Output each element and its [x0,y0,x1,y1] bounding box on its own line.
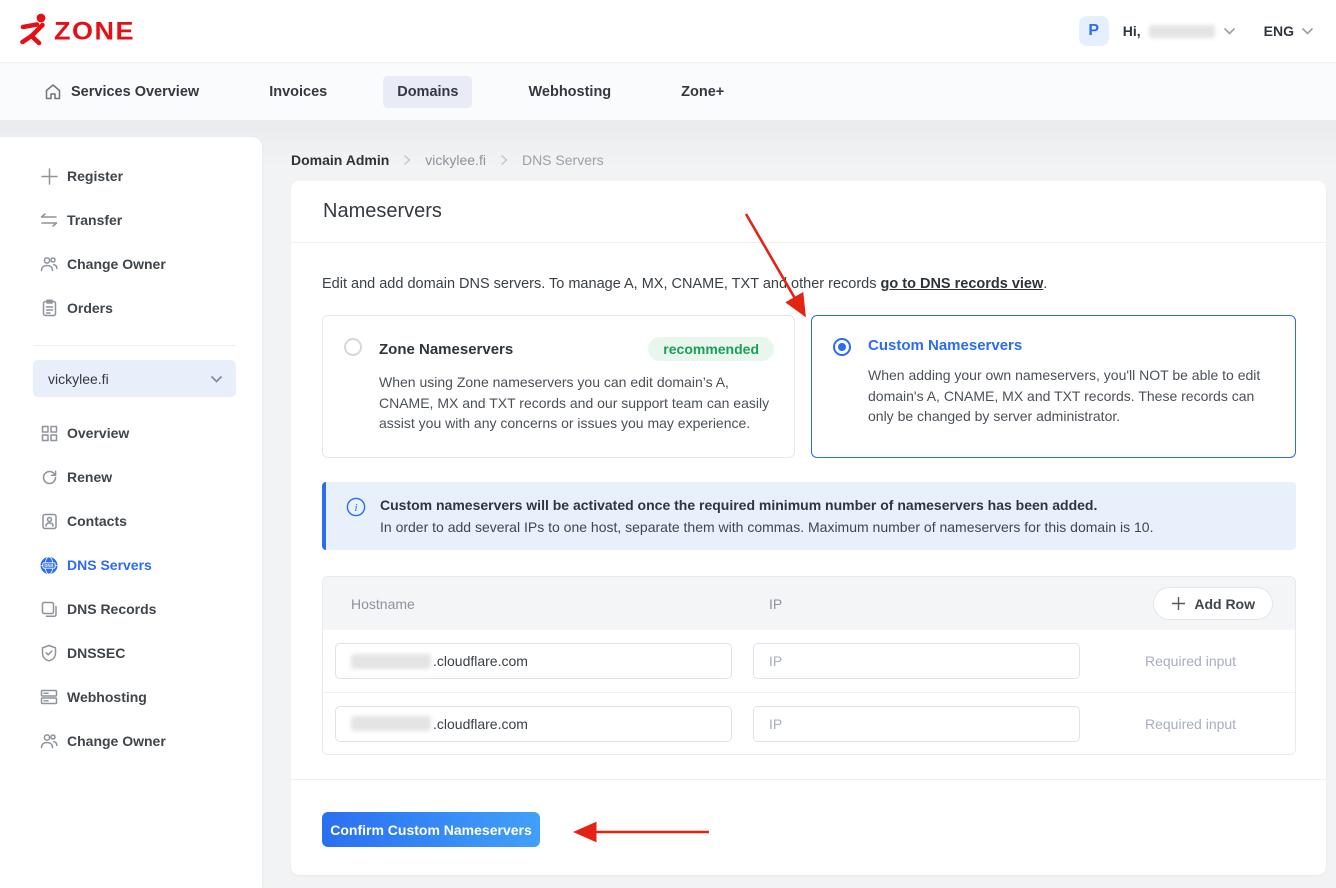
sidebar-item-register[interactable]: Register [0,154,262,198]
svg-text:i: i [354,502,357,514]
home-icon [44,83,62,101]
required-input-label: Required input [1145,716,1236,732]
language-label: ENG [1264,23,1294,39]
dns-globe-icon: DNS [40,556,58,574]
user-name-redacted [1149,25,1215,38]
language-selector[interactable]: ENG [1264,23,1314,39]
required-input-label: Required input [1145,653,1236,669]
main-content: Domain Admin vickylee.fi DNS Servers Nam… [291,120,1326,875]
svg-text:DNS: DNS [44,563,53,568]
hostname-prefix-redacted [351,716,431,731]
banner-line2: In order to add several IPs to one host,… [380,516,1153,538]
sidebar-item-renew[interactable]: Renew [0,455,262,499]
hostname-prefix-redacted [351,654,431,669]
chevron-right-icon [500,154,508,166]
plus-icon [1171,596,1186,611]
page-body: Register Transfer Change Owner Orders vi… [0,120,1336,888]
dns-records-link[interactable]: go to DNS records view [881,276,1044,292]
running-man-icon [18,11,48,52]
logo-wordmark: zone [54,19,135,44]
shield-check-icon [40,644,58,662]
plus-icon [40,167,58,185]
option-title: Custom Nameservers [868,337,1022,354]
ip-input[interactable] [753,643,1080,679]
transfer-arrows-icon [40,211,58,229]
sidebar-item-dns-servers[interactable]: DNS DNS Servers [0,543,262,587]
nameservers-card: Nameservers Edit and add domain DNS serv… [291,181,1326,875]
info-banner: i Custom nameservers will be activated o… [322,482,1296,550]
sidebar-item-change-owner[interactable]: Change Owner [0,242,262,286]
option-custom-nameservers[interactable]: Custom Nameservers When adding your own … [811,315,1296,458]
sidebar-item-change-owner-domain[interactable]: Change Owner [0,719,262,763]
option-title: Zone Nameservers [379,341,513,358]
nav-domains[interactable]: Domains [383,76,472,108]
table-row: .cloudflare.com Required input [323,630,1295,692]
breadcrumb: Domain Admin vickylee.fi DNS Servers [291,152,1326,168]
greeting-label: Hi, [1123,23,1141,39]
table-header: Hostname IP Add Row [323,577,1295,630]
chevron-down-icon [1223,27,1236,35]
option-description: When using Zone nameservers you can edit… [379,372,774,434]
option-description: When adding your own nameservers, you'll… [868,365,1275,427]
nav-zone-plus[interactable]: Zone+ [667,76,738,108]
sidebar-item-webhosting[interactable]: Webhosting [0,675,262,719]
table-row: .cloudflare.com Required input [323,692,1295,754]
sidebar-item-contacts[interactable]: Contacts [0,499,262,543]
ip-input[interactable] [753,706,1080,742]
breadcrumb-current: DNS Servers [522,152,604,168]
chevron-right-icon [403,154,411,166]
main-nav: Services Overview Invoices Domains Webho… [0,62,1336,120]
sidebar-item-orders[interactable]: Orders [0,286,262,330]
nameservers-table: Hostname IP Add Row .cloudflare.com [322,576,1296,755]
add-row-button[interactable]: Add Row [1153,587,1273,620]
nav-webhosting[interactable]: Webhosting [514,76,625,108]
banner-line1: Custom nameservers will be activated onc… [380,494,1153,516]
domain-select[interactable]: vickylee.fi [33,360,236,397]
recommended-badge: recommended [648,337,774,361]
chevron-down-icon [210,375,223,383]
radio-zone-nameservers[interactable] [344,338,362,356]
breadcrumb-domain-admin[interactable]: Domain Admin [291,152,389,168]
hostname-input[interactable]: .cloudflare.com [335,643,732,679]
top-header: zone P Hi, ENG [0,0,1336,62]
clipboard-icon [40,299,58,317]
sidebar-item-dns-records[interactable]: DNS Records [0,587,262,631]
radio-custom-nameservers[interactable] [833,338,851,356]
column-header-hostname: Hostname [351,596,769,612]
option-zone-nameservers[interactable]: Zone Nameservers recommended When using … [322,315,795,458]
chevron-down-icon [1301,27,1314,35]
server-icon [40,688,58,706]
sidebar-item-overview[interactable]: Overview [0,411,262,455]
sidebar: Register Transfer Change Owner Orders vi… [0,137,262,888]
zone-logo[interactable]: zone [18,11,135,52]
refresh-icon [40,468,58,486]
grid-icon [40,424,58,442]
info-icon: i [346,497,366,522]
avatar[interactable]: P [1079,16,1109,46]
nav-invoices[interactable]: Invoices [255,76,341,108]
sidebar-item-dnssec[interactable]: DNSSEC [0,631,262,675]
confirm-custom-nameservers-button[interactable]: Confirm Custom Nameservers [322,812,540,847]
hostname-input[interactable]: .cloudflare.com [335,706,732,742]
sidebar-item-transfer[interactable]: Transfer [0,198,262,242]
breadcrumb-domain[interactable]: vickylee.fi [425,152,486,168]
intro-text: Edit and add domain DNS servers. To mana… [322,276,1296,292]
contact-card-icon [40,512,58,530]
copy-icon [40,600,58,618]
page-title: Nameservers [291,181,1326,243]
column-header-ip: IP [769,596,1153,612]
users-icon [40,255,58,273]
nav-services-overview[interactable]: Services Overview [30,75,213,109]
user-menu[interactable]: Hi, [1123,23,1236,39]
sidebar-divider [33,345,236,346]
users-icon [40,732,58,750]
